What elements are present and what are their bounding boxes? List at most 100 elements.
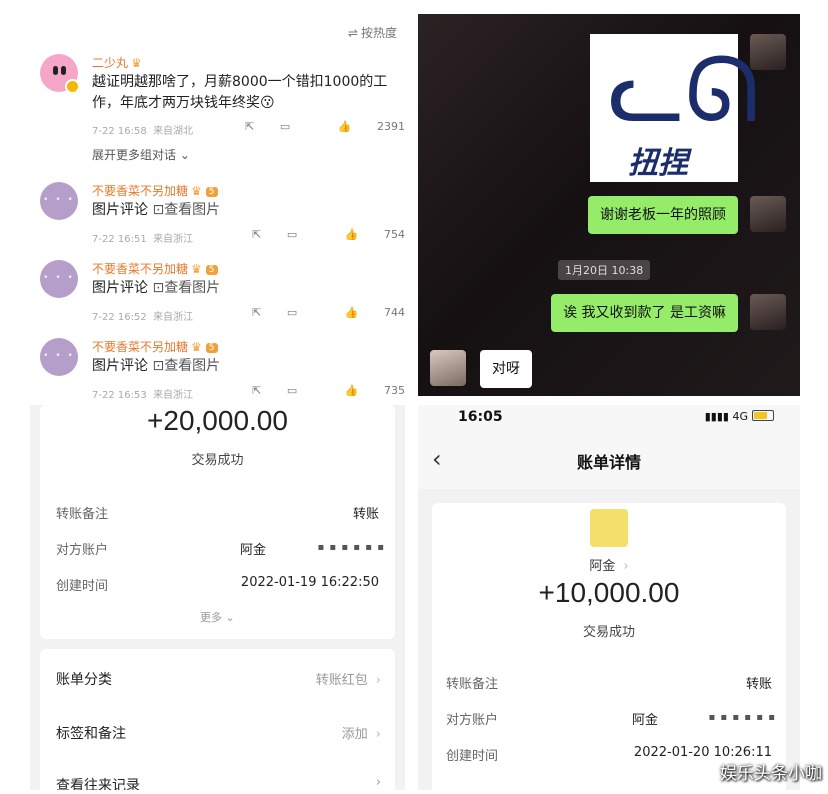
transaction-amount: +20,000.00 [147, 405, 288, 436]
account-masked: ▪ ▪ ▪ ▪ ▪ ▪ [708, 712, 776, 723]
comment-item: • • • 不要香菜不另加糖 ♛ 5 图片评论 ⊡查看图片 7-22 16:51 来… [30, 182, 405, 252]
chevron-down-icon: ⌄ [222, 611, 235, 624]
view-image-link[interactable]: ⊡查看图片 [152, 358, 220, 374]
comment-text: 越证明越那啥了，月薪8000一个错扣1000的工作，年底才两万块钱年终奖😗 [92, 74, 388, 111]
expand-replies-link[interactable]: 展开更多组对话 ⌄ [92, 146, 190, 163]
avatar-eye [61, 66, 66, 75]
avatar[interactable]: • • • [40, 260, 78, 298]
sticker-text: 扭捏 [628, 146, 688, 181]
comment-actions: ⇱ ▭ 👍 744 [230, 306, 405, 319]
nav-bar: ‹ 账单详情 [418, 433, 800, 489]
note-value: 转账 [745, 677, 772, 692]
comment-meta: 7-22 16:51 来自浙江 [92, 234, 194, 245]
thumbs-up-icon: 👍 [337, 120, 352, 133]
sort-icon: ⇌ [347, 26, 358, 40]
created-time-label: 创建时间 [446, 749, 499, 764]
comment-actions: ⇱ ▭ 👍 2391 [223, 120, 405, 133]
receipt-right-panel: 16:05 ▮▮▮▮ 4G ‹ 账单详情 阿金 › +10,000.00 交易成功… [418, 405, 800, 790]
view-image-link[interactable]: ⊡查看图片 [152, 202, 220, 218]
payee-avatar [590, 509, 628, 547]
reply-icon[interactable]: ▭ [287, 228, 297, 241]
page-title: 账单详情 [576, 453, 641, 472]
avatar-dots-icon: • • • [43, 351, 75, 361]
note-label: 转账备注 [56, 507, 109, 522]
like-button[interactable]: 👍 2391 [316, 120, 405, 133]
avatar-dots-icon: • • • [43, 273, 75, 283]
chevron-right-icon: › [375, 673, 381, 688]
comments-panel: ⇌ 按热度 二少丸 ♛ 越证明越那啥了，月薪8000一个错扣1000的工作，年底才两… [30, 14, 405, 399]
status-clock: 16:05 [458, 409, 503, 425]
comment-text: 图片评论 ⊡查看图片 [92, 280, 221, 296]
created-time-value: 2022-01-20 10:26:11 [633, 745, 772, 760]
account-masked: ▪ ▪ ▪ ▪ ▪ ▪ [317, 542, 385, 553]
created-time-label: 创建时间 [56, 579, 109, 594]
avatar[interactable] [40, 54, 80, 94]
crown-icon: ♛ [191, 262, 202, 276]
comment-text: 图片评论 ⊡查看图片 [92, 358, 221, 374]
transaction-status: 交易成功 [582, 625, 635, 640]
reply-icon[interactable]: ▭ [280, 120, 290, 133]
level-badge: 5 [205, 187, 218, 197]
view-image-link[interactable]: ⊡查看图片 [152, 280, 220, 296]
image-icon: ⊡ [152, 358, 165, 374]
tags-label: 标签和备注 [56, 726, 126, 742]
note-value: 转账 [352, 507, 379, 522]
like-button[interactable]: 👍 735 [323, 384, 405, 397]
payee-name[interactable]: 阿金 › [432, 555, 786, 574]
watermark: 娱乐头条小咖 [720, 764, 822, 784]
crown-icon: ♛ [191, 184, 202, 198]
reply-icon[interactable]: ▭ [287, 306, 297, 319]
avatar-eye [53, 66, 58, 75]
category-row[interactable]: 转账红包 › [316, 669, 381, 688]
account-name: 阿金 [632, 713, 659, 728]
thumbs-up-icon: 👍 [344, 384, 359, 397]
verified-badge-icon [65, 79, 80, 94]
account-label: 对方账户 [56, 543, 109, 558]
my-avatar[interactable] [750, 294, 786, 330]
like-button[interactable]: 👍 754 [323, 228, 405, 241]
reply-icon[interactable]: ▭ [287, 384, 297, 397]
share-icon[interactable]: ⇱ [245, 120, 254, 133]
share-icon[interactable]: ⇱ [252, 306, 261, 319]
message-bubble-received[interactable]: 对呀 [480, 350, 532, 388]
transaction-card: 阿金 › +10,000.00 交易成功 转账备注 转账 对方账户 阿金 ▪ ▪ … [432, 503, 786, 790]
message-bubble-sent[interactable]: 谢谢老板一年的照顾 [588, 196, 738, 234]
level-badge: 5 [205, 343, 218, 353]
sort-by-hot[interactable]: ⇌ 按热度 [348, 24, 397, 41]
history-row[interactable]: 查看往来记录 [56, 775, 140, 790]
signal-icon: ▮▮▮▮ [704, 410, 733, 423]
share-icon[interactable]: ⇱ [252, 384, 261, 397]
comment-meta: 7-22 16:52 来自浙江 [92, 312, 194, 323]
transaction-card: +20,000.00 交易成功 转账备注 转账 对方账户 阿金 ▪ ▪ ▪ ▪ … [40, 405, 395, 639]
transaction-status: 交易成功 [191, 453, 244, 468]
transaction-amount: +10,000.00 [538, 577, 680, 608]
comment-item: 二少丸 ♛ 越证明越那啥了，月薪8000一个错扣1000的工作，年底才两万块钱年终… [30, 54, 405, 174]
crown-icon: ♛ [191, 340, 202, 354]
chevron-right-icon: › [623, 559, 629, 574]
thumbs-up-icon: 👍 [344, 228, 359, 241]
comment-actions: ⇱ ▭ 👍 735 [230, 384, 405, 397]
my-avatar[interactable] [750, 34, 786, 70]
comment-username[interactable]: 不要香菜不另加糖 ♛ 5 [92, 260, 218, 277]
boss-avatar[interactable] [430, 350, 466, 386]
status-indicators: ▮▮▮▮ 4G [705, 410, 774, 423]
share-icon[interactable]: ⇱ [252, 228, 261, 241]
my-avatar[interactable] [750, 196, 786, 232]
comment-username[interactable]: 二少丸 ♛ [92, 54, 142, 71]
comment-text: 图片评论 ⊡查看图片 [92, 202, 221, 218]
created-time-value: 2022-01-19 16:22:50 [240, 575, 379, 590]
message-bubble-sent[interactable]: 诶 我又收到款了 是工资嘛 [551, 294, 738, 332]
comment-item: • • • 不要香菜不另加糖 ♛ 5 图片评论 ⊡查看图片 7-22 16:53 来… [30, 338, 405, 399]
avatar-dots-icon: • • • [43, 195, 75, 205]
avatar[interactable]: • • • [40, 338, 78, 376]
comment-actions: ⇱ ▭ 👍 754 [230, 228, 405, 241]
comment-meta: 7-22 16:53 来自浙江 [92, 390, 194, 399]
comment-username[interactable]: 不要香菜不另加糖 ♛ 5 [92, 338, 218, 355]
sticker-image[interactable]: ᓚᘏ 扭捏 [590, 34, 759, 182]
image-icon: ⊡ [152, 280, 165, 296]
tags-row[interactable]: 添加 › [342, 723, 381, 742]
comment-username[interactable]: 不要香菜不另加糖 ♛ 5 [92, 182, 218, 199]
more-button[interactable]: 更多 ⌄ [200, 609, 235, 625]
like-button[interactable]: 👍 744 [323, 306, 405, 319]
avatar[interactable]: • • • [40, 182, 78, 220]
